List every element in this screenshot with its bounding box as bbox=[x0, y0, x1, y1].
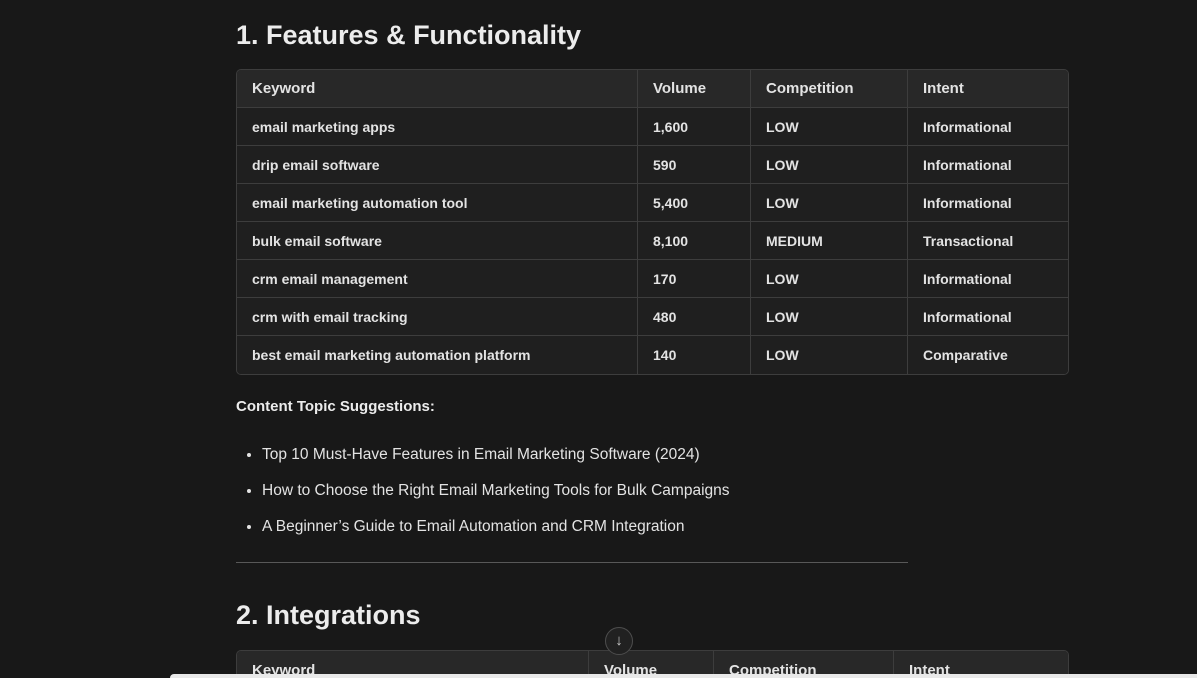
keyword-cell: crm email management bbox=[237, 260, 638, 298]
column-header-keyword: Keyword bbox=[237, 70, 638, 108]
keyword-cell: crm with email tracking bbox=[237, 298, 638, 336]
competition-cell: MEDIUM bbox=[751, 222, 908, 260]
chat-message-viewport: 1. Features & Functionality Keyword Volu… bbox=[0, 0, 1197, 678]
competition-cell: LOW bbox=[751, 336, 908, 374]
scroll-to-bottom-button[interactable]: ↓ bbox=[605, 627, 633, 655]
section-divider bbox=[236, 562, 908, 563]
intent-cell: Informational bbox=[908, 298, 1068, 336]
competition-cell: LOW bbox=[751, 184, 908, 222]
volume-cell: 590 bbox=[638, 146, 751, 184]
suggestion-item: Top 10 Must-Have Features in Email Marke… bbox=[262, 444, 730, 466]
intent-cell: Comparative bbox=[908, 336, 1068, 374]
intent-cell: Informational bbox=[908, 184, 1068, 222]
volume-cell: 5,400 bbox=[638, 184, 751, 222]
column-header-intent: Intent bbox=[908, 70, 1068, 108]
arrow-down-icon: ↓ bbox=[615, 632, 623, 649]
message-input-top-edge[interactable] bbox=[170, 674, 1197, 678]
section-heading-features: 1. Features & Functionality bbox=[236, 18, 581, 52]
volume-cell: 8,100 bbox=[638, 222, 751, 260]
competition-cell: LOW bbox=[751, 108, 908, 146]
column-header-competition: Competition bbox=[751, 70, 908, 108]
volume-cell: 480 bbox=[638, 298, 751, 336]
volume-cell: 1,600 bbox=[638, 108, 751, 146]
intent-cell: Informational bbox=[908, 146, 1068, 184]
content-topic-suggestions-heading: Content Topic Suggestions: bbox=[236, 398, 435, 415]
suggestion-item: How to Choose the Right Email Marketing … bbox=[262, 480, 730, 502]
intent-cell: Informational bbox=[908, 260, 1068, 298]
keyword-cell: best email marketing automation platform bbox=[237, 336, 638, 374]
keyword-cell: email marketing automation tool bbox=[237, 184, 638, 222]
column-header-volume: Volume bbox=[638, 70, 751, 108]
competition-cell: LOW bbox=[751, 298, 908, 336]
suggestion-item: A Beginner’s Guide to Email Automation a… bbox=[262, 516, 730, 538]
volume-cell: 170 bbox=[638, 260, 751, 298]
competition-cell: LOW bbox=[751, 146, 908, 184]
intent-cell: Informational bbox=[908, 108, 1068, 146]
content-topic-suggestions-list: Top 10 Must-Have Features in Email Marke… bbox=[242, 444, 730, 552]
volume-cell: 140 bbox=[638, 336, 751, 374]
keyword-cell: email marketing apps bbox=[237, 108, 638, 146]
keyword-cell: bulk email software bbox=[237, 222, 638, 260]
keyword-cell: drip email software bbox=[237, 146, 638, 184]
competition-cell: LOW bbox=[751, 260, 908, 298]
section-heading-integrations: 2. Integrations bbox=[236, 598, 421, 632]
intent-cell: Transactional bbox=[908, 222, 1068, 260]
keyword-table-features: Keyword Volume Competition Intent email … bbox=[236, 69, 1069, 375]
